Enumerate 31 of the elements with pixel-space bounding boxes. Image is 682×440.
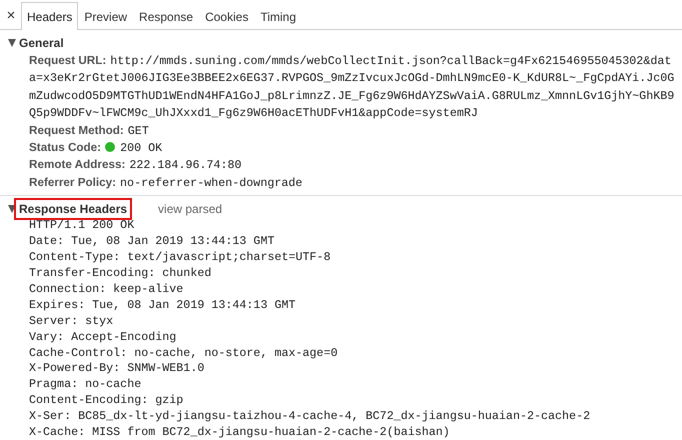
header-line: Pragma: no-cache: [29, 377, 142, 394]
header-line: Cache-Control: no-cache, no-store, max-age=0: [29, 346, 339, 362]
header-line: Connection: keep-alive: [29, 282, 184, 298]
header-field: Remote Address: 222.184.96.74:80: [29, 156, 678, 174]
header-line: Server: styx: [29, 314, 114, 330]
section-title[interactable]: Response Headers: [16, 200, 130, 218]
view-parsed-link[interactable]: view parsed: [158, 202, 222, 216]
header-field: Request Method: GET: [29, 122, 678, 140]
disclosure-triangle-icon[interactable]: [8, 39, 16, 47]
header-line: HTTP/1.1 200 OK: [29, 218, 136, 234]
tab[interactable]: Timing: [254, 3, 302, 30]
tab[interactable]: Preview: [78, 3, 134, 30]
header-line: Date: Tue, 08 Jan 2019 13:44:13 GMT: [29, 234, 276, 250]
header-line: Expires: Tue, 08 Jan 2019 13:44:13 GMT: [29, 298, 297, 314]
section-title[interactable]: General: [19, 34, 67, 52]
header-field: Referrer Policy: no-referrer-when-downgrade: [29, 174, 678, 192]
close-button[interactable]: ×: [4, 1, 18, 29]
header-line: Vary: Accept-Encoding: [29, 330, 178, 346]
header-line: X-Powered-By: SNMW-WEB1.0: [29, 361, 206, 378]
tab[interactable]: Cookies: [199, 3, 254, 30]
header-line: Transfer-Encoding: chunked: [29, 266, 212, 282]
header-field: Request URL: http://mmds.suning.com/mmds/webCollectInit.json?callBack=g4Fx621546955045302&data=x3eKr2rGtetJ006JIG3Ee3BBEE2x6EG37.RVPGOS_9mZzIvcuxJcOGd-DmhLN9mcE0-K_KdUR8L~_FgCpdAYi.Jc0GmZudwcodO5D9MTGThUD1WEndN4HFA1GoJ_p8LrimnzZ.JE_Fg6z9W6HdAYZSwVaiA.G8RULmz_XmnnLGv1GjhY~GhKB9Q5p9WDDFv~lFWCM9c_UhJXxxd1_Fg6z9W6H0acEThUDFvH1&appCode=systemRJ: [29, 52, 678, 122]
header-line: X-Ser: BC85_dx-lt-yd-jiangsu-taizhou-4-cache-4, BC72_dx-jiangsu-huaian-2-cache-2: [29, 409, 592, 426]
header-value: 200 OK: [120, 141, 162, 156]
disclosure-triangle-icon[interactable]: [8, 205, 16, 214]
tab[interactable]: Response: [133, 3, 200, 30]
tab[interactable]: Headers: [21, 2, 78, 30]
header-line: Content-Encoding: gzip: [29, 393, 184, 410]
header-line: Content-Type: text/javascript;charset=UTF-8: [29, 250, 332, 266]
header-name: Status Code:: [29, 141, 102, 154]
header-line: X-Cache: MISS from BC72_dx-jiangsu-huaian-2-cache-2(baishan): [29, 425, 451, 440]
